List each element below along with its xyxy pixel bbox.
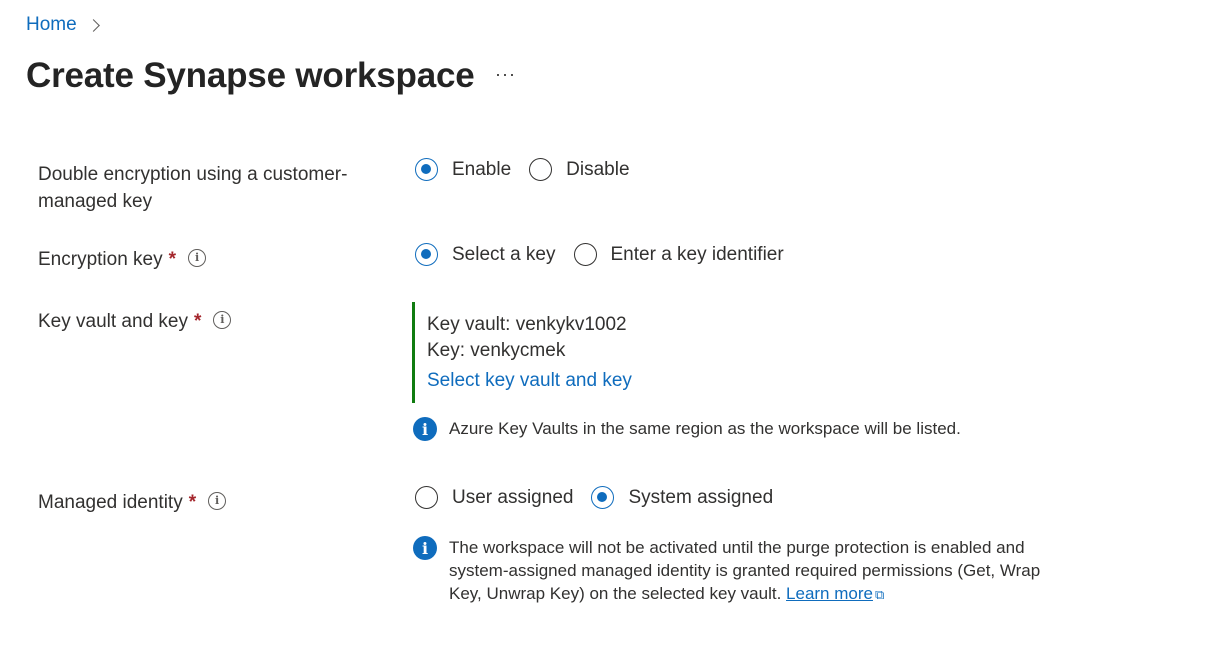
managed-identity-note-line1: The workspace will not be activated unti…: [449, 538, 1025, 557]
radio-user-assigned-label: User assigned: [452, 486, 574, 508]
double-encryption-label-line2: managed key: [38, 191, 153, 212]
learn-more-link[interactable]: Learn more: [786, 584, 873, 603]
managed-identity-radio-group: User assigned System assigned: [415, 486, 791, 509]
info-icon[interactable]: i: [188, 248, 207, 267]
key-vault-value: Key vault: venkykv1002: [427, 314, 627, 335]
radio-enable[interactable]: Enable: [415, 158, 511, 181]
managed-identity-note-line3: Key, Unwrap Key) on the selected key vau…: [449, 584, 782, 603]
double-encryption-label-line1: Double encryption using a customer-: [38, 164, 348, 185]
key-vault-note-text: Azure Key Vaults in the same region as t…: [449, 419, 961, 438]
breadcrumb: Home: [26, 14, 100, 36]
info-icon: i: [413, 536, 437, 560]
encryption-key-label: Encryption key: [38, 249, 163, 270]
required-asterisk: *: [193, 311, 202, 332]
info-icon: i: [413, 417, 437, 441]
radio-system-assigned[interactable]: System assigned: [591, 486, 773, 509]
double-encryption-label: Double encryption using a customer- mana…: [38, 161, 347, 215]
key-vault-label: Key vault and key: [38, 311, 188, 332]
more-options-button[interactable]: ···: [495, 64, 516, 85]
radio-select-key-circle[interactable]: [415, 243, 438, 266]
radio-user-assigned-circle[interactable]: [415, 486, 438, 509]
radio-disable-label: Disable: [566, 158, 630, 180]
chevron-right-icon: [86, 18, 100, 32]
select-key-vault-link[interactable]: Select key vault and key: [427, 370, 632, 392]
radio-enable-label: Enable: [452, 158, 512, 180]
breadcrumb-home-link[interactable]: Home: [26, 14, 77, 36]
page-title: Create Synapse workspace: [26, 56, 475, 95]
key-vault-label-row: Key vault and key * i: [38, 308, 232, 335]
info-icon[interactable]: i: [213, 310, 232, 329]
radio-select-key[interactable]: Select a key: [415, 243, 556, 266]
managed-identity-note-line3-row: Key, Unwrap Key) on the selected key vau…: [449, 582, 1040, 606]
radio-system-assigned-label: System assigned: [628, 486, 774, 508]
radio-enable-circle[interactable]: [415, 158, 438, 181]
key-vault-selection-box: Key vault: venkykv1002 Key: venkycmek Se…: [412, 302, 632, 403]
managed-identity-note-line2: system-assigned managed identity is gran…: [449, 561, 1041, 580]
radio-select-key-label: Select a key: [452, 243, 556, 265]
required-asterisk: *: [168, 249, 177, 270]
double-encryption-radio-group: Enable Disable: [415, 158, 648, 181]
managed-identity-note-text: The workspace will not be activated unti…: [449, 536, 1040, 606]
key-value: Key: venkycmek: [427, 340, 566, 361]
encryption-key-label-row: Encryption key * i: [38, 246, 207, 273]
radio-system-assigned-circle[interactable]: [591, 486, 615, 509]
radio-disable[interactable]: Disable: [529, 158, 630, 181]
info-icon[interactable]: i: [208, 491, 227, 510]
radio-user-assigned[interactable]: User assigned: [415, 486, 573, 509]
key-vault-info-note: i Azure Key Vaults in the same region as…: [413, 417, 961, 441]
radio-enter-key-identifier[interactable]: Enter a key identifier: [573, 243, 784, 266]
managed-identity-label-row: Managed identity * i: [38, 489, 227, 516]
radio-enter-key-identifier-circle[interactable]: [573, 243, 597, 266]
managed-identity-info-note: i The workspace will not be activated un…: [413, 536, 1040, 606]
required-asterisk: *: [188, 492, 197, 513]
external-link-icon[interactable]: ⧉: [875, 583, 884, 606]
radio-disable-circle[interactable]: [529, 158, 553, 181]
encryption-key-radio-group: Select a key Enter a key identifier: [415, 243, 802, 266]
managed-identity-label: Managed identity: [38, 492, 183, 513]
radio-enter-key-identifier-label: Enter a key identifier: [610, 243, 784, 265]
